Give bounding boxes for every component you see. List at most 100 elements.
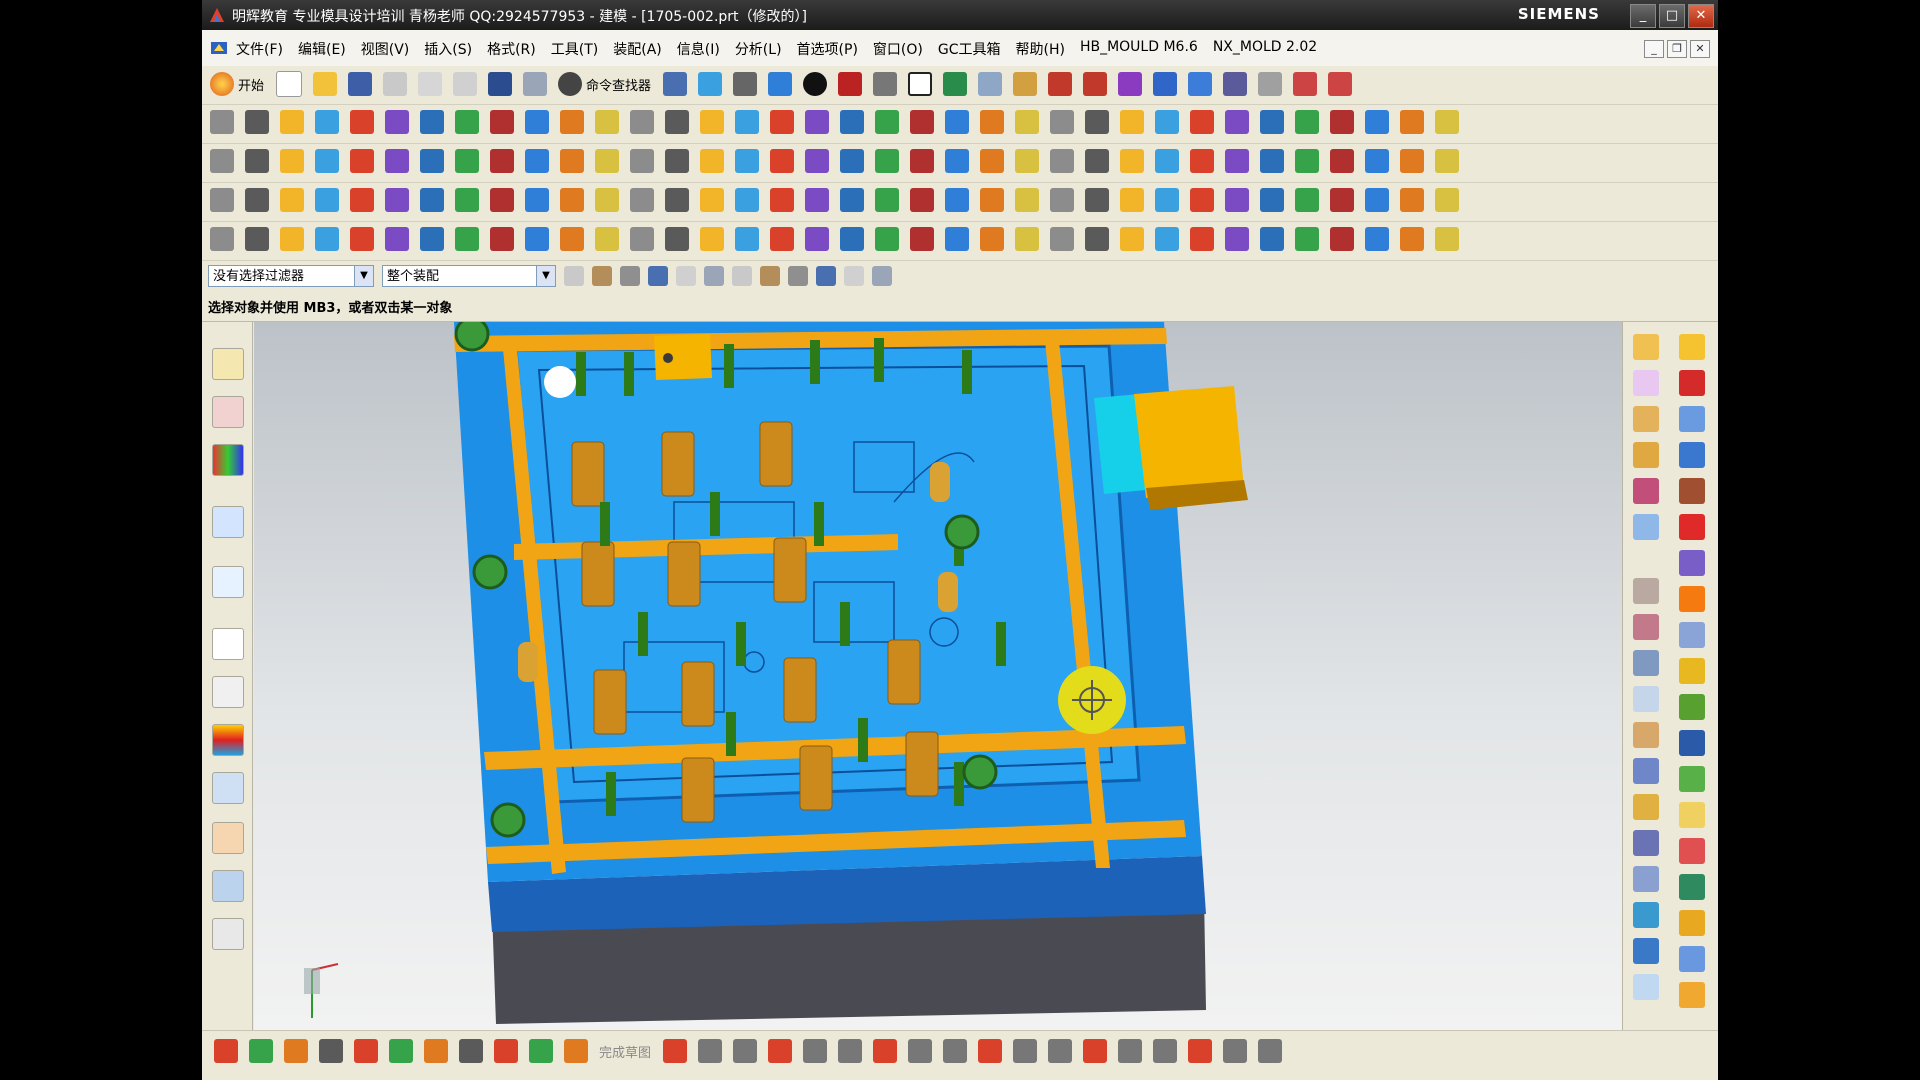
analysis-icon[interactable] [1435,110,1459,134]
system-scene-icon[interactable] [212,870,244,902]
casting-icon[interactable] [1633,794,1659,820]
menu-file[interactable]: 文件(F) [236,39,283,59]
mold-tools-icon[interactable] [1679,442,1705,468]
cooling-icon[interactable] [1679,622,1705,648]
menu-nx-mold[interactable]: NX_MOLD 2.02 [1213,39,1317,59]
sphere-icon[interactable] [420,110,444,134]
bridge-surface-icon[interactable] [1015,188,1039,212]
explode-icon[interactable] [1400,188,1424,212]
draft-icon[interactable] [700,110,724,134]
prism-icon[interactable] [245,188,269,212]
grid-icon[interactable] [1435,149,1459,173]
shade-icon[interactable] [803,72,828,96]
close-tool-icon[interactable] [1400,227,1424,251]
point-icon[interactable] [978,1039,1003,1063]
snap-view-icon[interactable] [1153,72,1178,96]
extrude-icon[interactable] [280,110,304,134]
coaxial-icon[interactable] [700,149,724,173]
ejector-icon[interactable] [1679,514,1705,540]
move-component-icon[interactable] [319,1039,343,1063]
bom-tool-icon[interactable] [595,227,619,251]
dimension-icon[interactable] [1085,188,1109,212]
project-init-icon[interactable] [1633,334,1659,360]
part-navigator-icon[interactable] [212,396,244,428]
feature-table-icon[interactable] [1155,149,1179,173]
maximize-button[interactable]: □ [1659,4,1685,28]
quick-trim-icon[interactable] [1083,1039,1108,1063]
standard-tool-icon[interactable] [1155,227,1179,251]
show-related-icon[interactable] [1120,149,1144,173]
doc-minimize-button[interactable]: _ [1644,40,1664,58]
linear-icon[interactable] [980,149,1004,173]
group-icon[interactable] [1015,149,1039,173]
curve-icon[interactable] [1155,110,1179,134]
menu-information[interactable]: 信息(I) [677,39,720,59]
end-point-icon[interactable] [620,266,640,286]
resize-blend-icon[interactable] [350,149,374,173]
section-icon[interactable] [1365,110,1389,134]
minimize-button[interactable]: _ [1630,4,1656,28]
plane-cut-icon[interactable] [280,188,304,212]
trim-tool-icon[interactable] [1260,227,1284,251]
orient-icon[interactable] [943,72,968,96]
arc-center-icon[interactable] [732,266,752,286]
sequence-icon[interactable] [459,1039,483,1063]
arc-icon[interactable] [733,1039,758,1063]
thickness-icon[interactable] [875,149,899,173]
mirror-icon[interactable] [735,110,759,134]
assembly-navigator-icon[interactable] [212,348,244,380]
lifter-icon[interactable] [280,227,304,251]
bom-icon[interactable] [1679,694,1705,720]
make-corner-icon[interactable] [1153,1039,1178,1063]
unite-icon[interactable] [805,110,829,134]
menu-assembly[interactable]: 装配(A) [613,39,662,59]
pad-icon[interactable] [560,110,584,134]
pocket-tool-icon[interactable] [560,227,584,251]
paste-icon[interactable] [453,72,478,96]
command-finder-button[interactable]: 命令查找器 [586,75,651,94]
move-face-icon[interactable] [210,149,234,173]
polygon-icon[interactable] [908,1039,933,1063]
table-icon[interactable] [1330,149,1354,173]
menu-window[interactable]: 窗口(O) [873,39,923,59]
paste-face-icon[interactable] [490,149,514,173]
print-icon[interactable] [1435,227,1459,251]
block-icon[interactable] [350,110,374,134]
close-mold-icon[interactable] [1679,982,1705,1008]
runner-tool-icon[interactable] [420,227,444,251]
sub-insert-icon[interactable] [1633,830,1659,856]
profile-icon[interactable] [663,1039,688,1063]
electrode-icon[interactable] [1633,650,1659,676]
move-icon[interactable] [735,188,759,212]
circle-icon[interactable] [350,188,374,212]
coplanar-icon[interactable] [665,149,689,173]
new-file-icon[interactable] [276,71,303,97]
fillet-icon[interactable] [1225,110,1249,134]
point-icon[interactable] [1083,72,1108,96]
select-icon[interactable] [1295,188,1319,212]
insert-icon[interactable] [700,188,724,212]
pattern-icon[interactable] [770,110,794,134]
box-icon[interactable] [210,188,234,212]
surface-icon[interactable] [910,227,934,251]
datum-plane-icon[interactable] [245,110,269,134]
explode-view-icon[interactable] [389,1039,413,1063]
edit-section-icon[interactable] [1085,149,1109,173]
reposition-icon[interactable] [494,1039,518,1063]
layout-icon[interactable] [1679,406,1705,432]
check-icon[interactable] [1633,902,1659,928]
cylinder-icon[interactable] [385,110,409,134]
quadrant-icon[interactable] [760,266,780,286]
start-button[interactable]: 开始 [238,75,264,94]
moldbase-icon[interactable] [1679,478,1705,504]
background-icon[interactable] [908,72,933,96]
subtract-icon[interactable] [840,110,864,134]
core-icon[interactable] [840,227,864,251]
measure-icon[interactable] [1225,149,1249,173]
pocket-icon[interactable] [525,110,549,134]
chevron-down-icon[interactable]: ▼ [536,266,555,286]
info-icon[interactable] [1400,149,1424,173]
menu-view[interactable]: 视图(V) [361,39,410,59]
command-finder-icon[interactable] [558,72,583,96]
copy-icon[interactable] [418,72,443,96]
